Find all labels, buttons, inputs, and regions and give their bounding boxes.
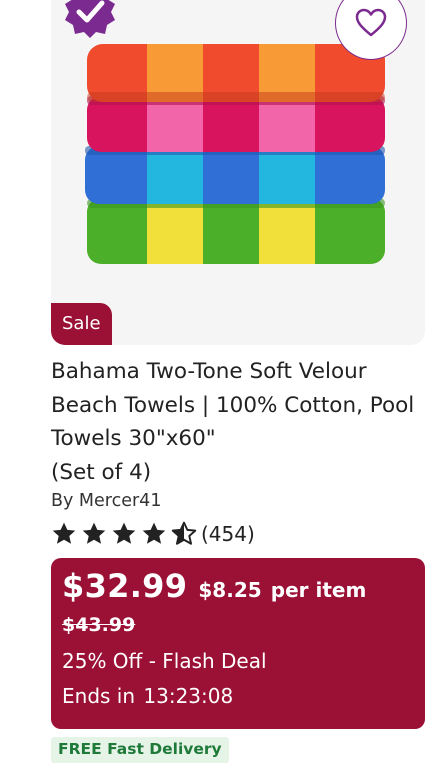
towel-stack-image bbox=[85, 44, 385, 264]
towel-blue bbox=[85, 146, 385, 204]
original-price: $43.99 bbox=[62, 614, 136, 636]
towel-orange bbox=[87, 44, 385, 102]
towel-green bbox=[87, 198, 385, 264]
title-line: Bahama Two-Tone Soft Velour bbox=[51, 359, 367, 384]
half-star-icon bbox=[171, 521, 197, 545]
star-icon bbox=[82, 522, 106, 544]
ends-label: Ends in bbox=[62, 684, 136, 708]
delivery-badge: FREE Fast Delivery bbox=[51, 737, 229, 763]
per-item-label: per item bbox=[270, 578, 367, 602]
sale-price: $32.99 bbox=[62, 567, 188, 605]
product-card[interactable]: Sale Bahama Two-Tone Soft Velour Beach T… bbox=[51, 0, 425, 763]
brand-name[interactable]: By Mercer41 bbox=[51, 491, 161, 511]
title-line: Towels 30"x60" bbox=[51, 426, 216, 451]
title-line: Beach Towels | 100% Cotton, Pool bbox=[51, 392, 415, 418]
countdown-time: 13:23:08 bbox=[143, 684, 234, 708]
deal-text: 25% Off - Flash Deal bbox=[62, 649, 267, 673]
towel-pink bbox=[87, 96, 385, 152]
check-badge-icon bbox=[65, 0, 115, 38]
price-row: $32.99 $8.25 per item bbox=[62, 567, 366, 605]
rating-count: (454) bbox=[201, 522, 255, 546]
deal-countdown: Ends in 13:23:08 bbox=[62, 684, 233, 708]
star-icon bbox=[142, 522, 166, 544]
star-icon bbox=[112, 522, 136, 544]
product-title[interactable]: Bahama Two-Tone Soft Velour Beach Towels… bbox=[51, 355, 425, 489]
heart-icon bbox=[355, 8, 387, 37]
rating[interactable]: (454) bbox=[51, 519, 255, 549]
sale-badge: Sale bbox=[51, 303, 112, 345]
title-line: (Set of 4) bbox=[51, 459, 152, 485]
per-item-price: $8.25 bbox=[198, 578, 262, 602]
star-icon bbox=[52, 522, 76, 544]
